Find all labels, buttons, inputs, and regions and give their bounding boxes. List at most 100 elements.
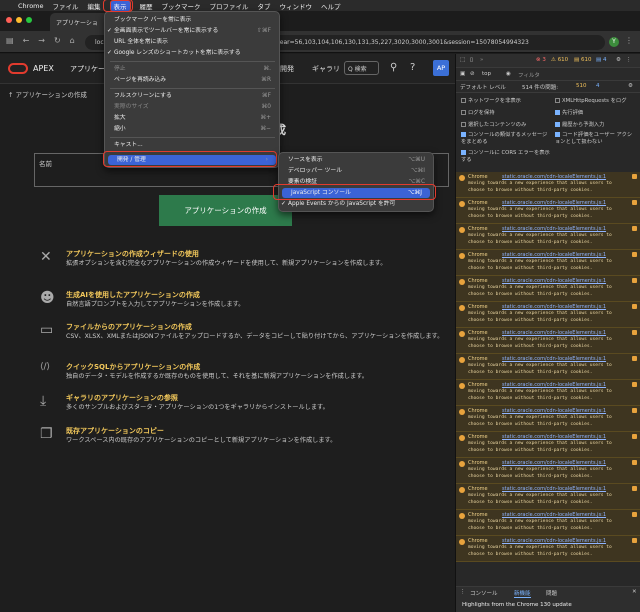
drawer-tab-whats-new[interactable]: 新機能 [514,589,531,598]
search-input[interactable]: Q 検索 [344,61,379,75]
checkbox-log-xhr[interactable]: XMLHttpRequests をログ [555,96,627,104]
info-count[interactable]: ▤ 4 [596,57,606,63]
drawer-tab-issues[interactable]: 問題 [546,589,557,597]
warning-link[interactable]: static.oracle.com/cdn-localeElements.js:… [502,538,606,544]
profile-icon[interactable]: Y [609,37,619,47]
gallery-menu[interactable]: ギャラリ [312,64,340,74]
console-warning[interactable]: Chrome static.oracle.com/cdn-localeElemen… [456,380,640,406]
console-warning[interactable]: Chrome static.oracle.com/cdn-localeElemen… [456,198,640,224]
user-activity-icon[interactable]: ⚲ [390,62,397,73]
checkbox-user-gesture[interactable]: コード評価をユーザー アクションとして扱わない [555,132,637,146]
console-warning[interactable]: Chrome static.oracle.com/cdn-localeElemen… [456,302,640,328]
minimize-window-icon[interactable] [16,17,22,23]
menubar-bookmarks[interactable]: ブックマーク [162,1,201,11]
view-menu-item[interactable]: ブックマーク バーを常に表示 [105,15,279,25]
sidebar-icon[interactable]: ▤ [6,36,23,45]
back-icon[interactable]: ← [23,36,39,45]
menubar-profile[interactable]: プロファイル [210,1,249,11]
app-builder-menu[interactable]: アプリケー [70,64,105,74]
context-select[interactable]: top [482,71,491,77]
warning-link[interactable]: static.oracle.com/cdn-localeElements.js:… [502,304,606,310]
view-menu-item[interactable]: キャスト... [105,140,279,150]
view-menu-item[interactable]: ページを再読み込み ⌘R [105,75,279,85]
console-warning[interactable]: Chrome static.oracle.com/cdn-localeElemen… [456,536,640,562]
console-warning[interactable]: Chrome static.oracle.com/cdn-localeElemen… [456,276,640,302]
console-warning[interactable]: Chrome static.oracle.com/cdn-localeElemen… [456,250,640,276]
console-warning[interactable]: Chrome static.oracle.com/cdn-localeElemen… [456,224,640,250]
apex-logo-icon[interactable] [8,63,28,74]
warning-link[interactable]: static.oracle.com/cdn-localeElements.js:… [502,512,606,518]
menubar-edit[interactable]: 編集 [88,1,101,11]
menubar-history[interactable]: 履歴 [140,1,153,11]
issues-badge-info[interactable]: 4 [596,83,600,89]
console-warning[interactable]: Chrome static.oracle.com/cdn-localeElemen… [456,510,640,536]
checkbox-autocomplete[interactable]: 履歴から予測入力 [555,120,604,128]
warning-link[interactable]: static.oracle.com/cdn-localeElements.js:… [502,174,606,180]
view-menu-item[interactable]: 縮小 ⌘− [105,124,279,134]
warning-link[interactable]: static.oracle.com/cdn-localeElements.js:… [502,200,606,206]
drawer-menu-icon[interactable]: ⋮ [460,589,466,595]
device-icon[interactable]: ▯ [470,57,473,63]
create-application-button[interactable]: アプリケーションの作成 [159,195,292,226]
level-select[interactable]: デフォルト レベル [460,83,506,91]
console-warning[interactable]: Chrome static.oracle.com/cdn-localeElemen… [456,432,640,458]
menubar-file[interactable]: ファイル [53,1,79,11]
view-menu-item[interactable]: 拡大 ⌘+ [105,113,279,123]
more-icon[interactable]: ⋮ [626,57,632,63]
issues-badge[interactable]: 510 [576,83,587,89]
sidebar-toggle-icon[interactable]: ▣ [460,71,465,77]
menubar-help[interactable]: ヘルプ [321,1,341,11]
menubar-window[interactable]: ウィンドウ [280,1,313,11]
reload-icon[interactable]: ↻ [54,36,70,45]
checkbox-group-similar[interactable]: コンソールの類似するメッセージをまとめる [461,132,551,146]
warning-link[interactable]: static.oracle.com/cdn-localeElements.js:… [502,330,606,336]
warning-link[interactable]: static.oracle.com/cdn-localeElements.js:… [502,226,606,232]
console-warning[interactable]: Chrome static.oracle.com/cdn-localeElemen… [456,458,640,484]
settings-icon[interactable]: ⚙ [616,57,621,63]
dev-menu-item[interactable]: ✓ Apple Events からの JavaScript を許可 [279,199,433,209]
forward-icon[interactable]: → [38,36,54,45]
console-warning[interactable]: Chrome static.oracle.com/cdn-localeElemen… [456,406,640,432]
menubar-tab[interactable]: タブ [258,1,271,11]
warning-link[interactable]: static.oracle.com/cdn-localeElements.js:… [502,434,606,440]
warning-link[interactable]: static.oracle.com/cdn-localeElements.js:… [502,278,606,284]
close-window-icon[interactable] [6,17,12,23]
warning-link[interactable]: static.oracle.com/cdn-localeElements.js:… [502,408,606,414]
issues-label[interactable]: 514 件の問題: [522,83,558,91]
maximize-window-icon[interactable] [26,17,32,23]
checkbox-hide-network[interactable]: ネットワークを非表示 [461,96,521,104]
dev-menu-item[interactable]: デベロッパー ツール ⌥⌘I [279,166,433,176]
console-warning[interactable]: Chrome static.oracle.com/cdn-localeElemen… [456,172,640,198]
clear-console-icon[interactable]: ⊘ [470,71,475,77]
checkbox-selected-context[interactable]: 選択したコンテンツのみ [461,120,526,128]
console-warning[interactable]: Chrome static.oracle.com/cdn-localeElemen… [456,484,640,510]
more-icon[interactable]: ⋮ [625,36,633,45]
warning-link[interactable]: static.oracle.com/cdn-localeElements.js:… [502,486,606,492]
view-menu-item[interactable]: URL 全体を常に表示 [105,37,279,47]
help-icon[interactable]: ? [410,62,415,73]
dev-menu[interactable]: 開発 [280,64,294,74]
warning-link[interactable]: static.oracle.com/cdn-localeElements.js:… [502,356,606,362]
warning-link[interactable]: static.oracle.com/cdn-localeElements.js:… [502,460,606,466]
eye-icon[interactable]: ◉ [506,71,511,77]
issues-count[interactable]: ▤ 610 [574,57,591,63]
checkbox-cors-errors[interactable]: コンソールに CORS エラーを表示する [461,150,551,164]
drawer-close-icon[interactable]: ✕ [632,589,637,595]
avatar[interactable]: AP [433,60,449,76]
error-count[interactable]: ⊗ 3 [536,57,546,63]
checkbox-eager-eval[interactable]: 先行評価 [555,108,583,116]
console-warning[interactable]: Chrome static.oracle.com/cdn-localeElemen… [456,354,640,380]
view-menu-item[interactable]: ✓ Google レンズのショートカットを常に表示する [105,48,279,58]
warning-count[interactable]: ⚠ 610 [551,57,568,63]
checkbox-preserve-log[interactable]: ログを保持 [461,108,495,116]
console-settings-icon[interactable]: ⚙ [628,83,633,89]
console-warning[interactable]: Chrome static.oracle.com/cdn-localeElemen… [456,328,640,354]
menubar-chrome[interactable]: Chrome [18,2,44,10]
drawer-tab-console[interactable]: コンソール [470,589,498,597]
more-tabs-icon[interactable]: » [480,57,483,63]
filter-input[interactable]: フィルタ [518,71,540,79]
warning-link[interactable]: static.oracle.com/cdn-localeElements.js:… [502,382,606,388]
inspect-icon[interactable]: ⬚ [460,57,465,63]
view-menu-item[interactable]: ✓ 全画面表示でツールバーを常に表示する ⇧⌘F [105,26,279,36]
breadcrumb[interactable]: ↑ アプリケーションの作成 [8,89,87,99]
